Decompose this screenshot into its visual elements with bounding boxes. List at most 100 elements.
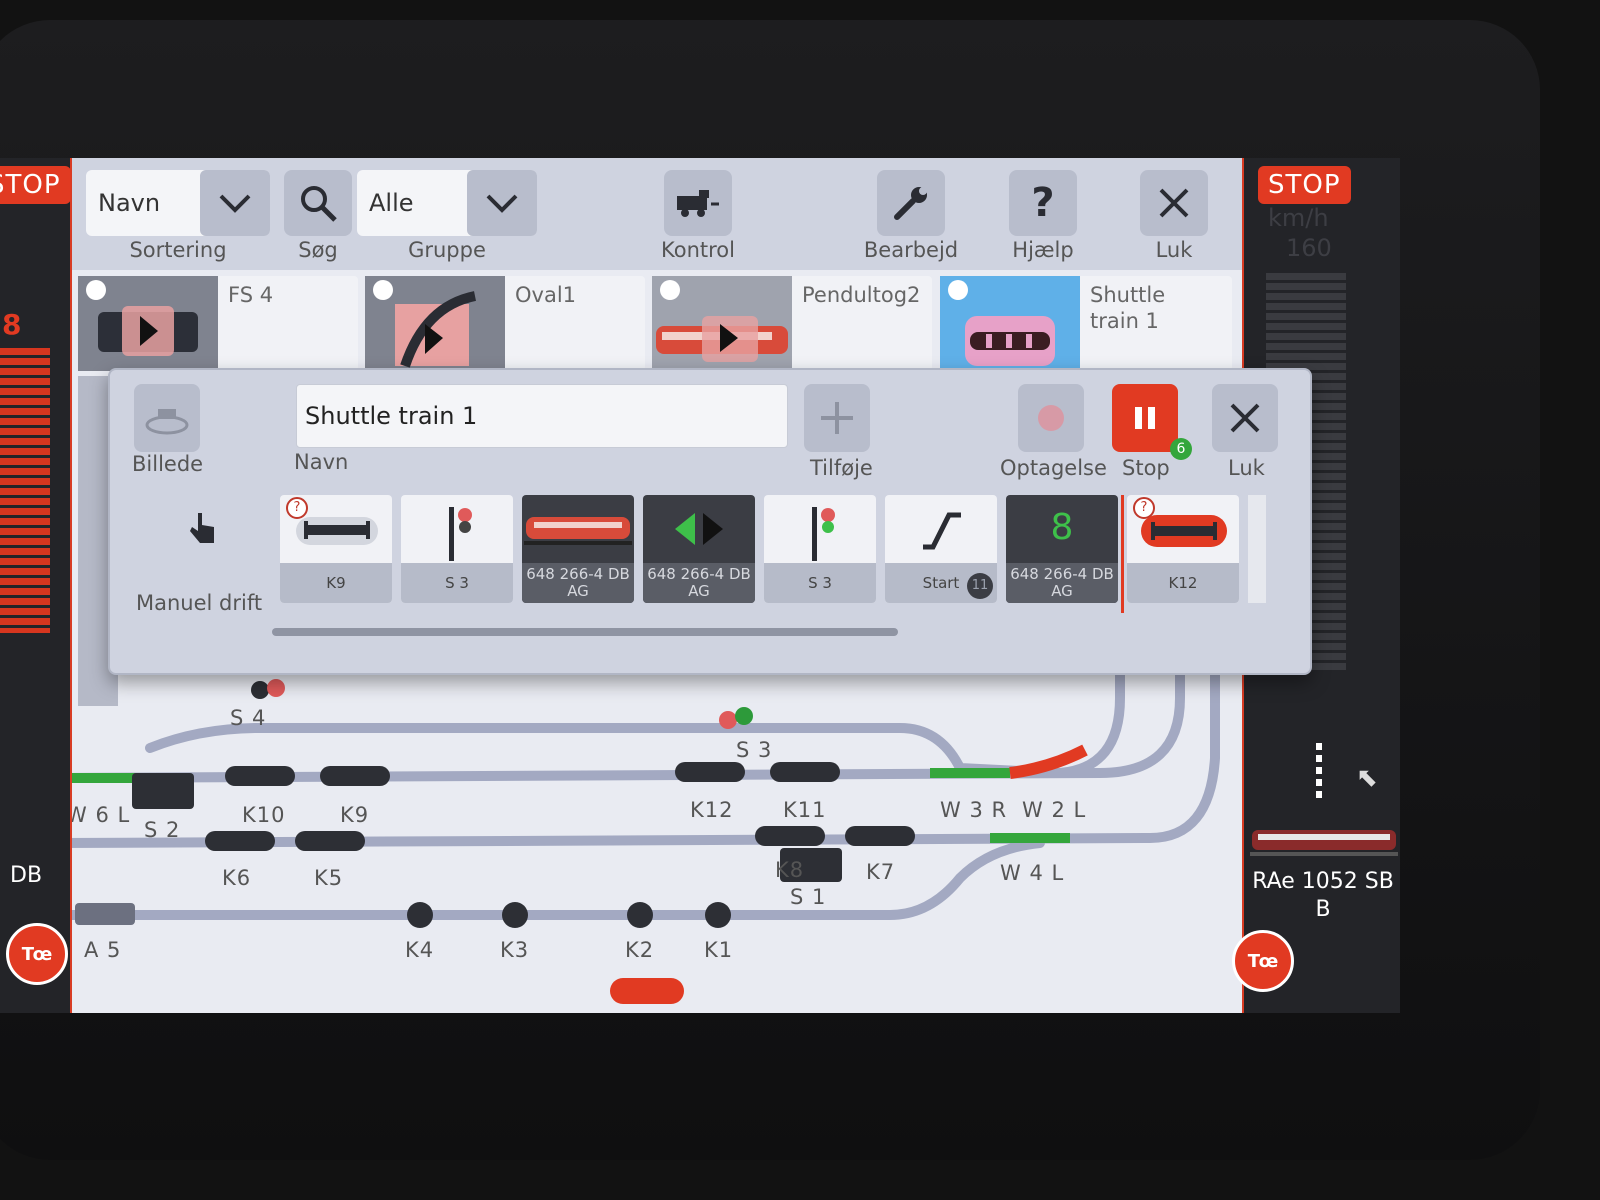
record-label: Optagelse	[1000, 456, 1107, 480]
direction-icon	[675, 513, 723, 545]
close-icon	[1159, 188, 1189, 218]
track-w3r-active	[930, 768, 1010, 778]
help-button[interactable]: ?	[1009, 170, 1077, 236]
step-caption: K12	[1127, 563, 1239, 603]
image-button[interactable]	[134, 384, 200, 452]
step-direction[interactable]: 648 266-4 DB AG	[643, 495, 755, 603]
hand-icon	[373, 280, 393, 300]
label-k6: K6	[222, 866, 252, 890]
step-speed[interactable]: 8 648 266-4 DB AG	[1006, 495, 1118, 603]
label-k10: K10	[242, 803, 286, 827]
label-k7: K7	[866, 860, 896, 884]
contact-k4	[407, 902, 433, 928]
group-label: Gruppe	[408, 238, 486, 262]
search-icon	[301, 186, 337, 222]
group-dropdown[interactable]: Alle	[357, 170, 537, 236]
image-label: Billede	[132, 452, 204, 476]
label-k9: K9	[340, 803, 370, 827]
left-loco-label: DB	[10, 863, 43, 888]
step-s3-green[interactable]: S 3	[764, 495, 876, 603]
track-w4l-active	[990, 833, 1070, 843]
search-label: Søg	[298, 238, 338, 262]
add-button[interactable]	[804, 384, 870, 452]
sort-value: Navn	[98, 189, 161, 217]
sequence-scrollbar[interactable]	[272, 628, 898, 636]
close-button[interactable]	[1140, 170, 1208, 236]
tile-oval1[interactable]: Oval1	[365, 276, 645, 371]
label-k2: K2	[625, 938, 655, 962]
left-stop-button[interactable]: STOP	[0, 166, 71, 204]
signal-s2-box	[132, 773, 194, 809]
step-speed-value: 8	[1050, 507, 1074, 548]
image-icon	[145, 409, 189, 435]
step-k9[interactable]: ? K9	[280, 495, 392, 603]
label-k3: K3	[500, 938, 530, 962]
sort-dropdown[interactable]: Navn	[86, 170, 270, 236]
block-k5	[295, 831, 365, 851]
block-k12	[675, 762, 745, 782]
label-w6l: W 6 L	[66, 803, 131, 827]
direction-indicator	[1316, 743, 1322, 799]
step-caption: 648 266-4 DB AG	[522, 563, 634, 603]
left-loco-button[interactable]: Tœ	[6, 923, 68, 985]
label-s4: S 4	[230, 706, 267, 730]
right-stop-button[interactable]: STOP	[1258, 166, 1351, 204]
hand-icon	[86, 280, 106, 300]
tile-shuttle-train-1[interactable]: Shuttle train 1	[940, 276, 1232, 371]
locomotive-icon	[677, 190, 719, 217]
train-icon	[524, 517, 632, 545]
dialog-close-button[interactable]	[1212, 384, 1278, 452]
label-k5: K5	[314, 866, 344, 890]
signal-icon	[449, 507, 472, 561]
hand-pointer-icon	[190, 513, 214, 543]
tile-pendultog2[interactable]: Pendultog2	[652, 276, 932, 371]
label-k11: K11	[783, 798, 827, 822]
contact-k3	[502, 902, 528, 928]
track-w6l-active	[60, 773, 140, 783]
step-k12[interactable]: ? K12	[1127, 495, 1239, 603]
wrench-icon	[894, 187, 927, 220]
signal-icon	[812, 507, 835, 561]
hand-icon	[948, 280, 968, 300]
right-loco-button[interactable]: Tœ	[1232, 930, 1294, 992]
step-caption: S 3	[764, 563, 876, 603]
cursor-icon: ⬉	[1356, 763, 1378, 793]
plus-icon	[821, 402, 853, 434]
control-button[interactable]	[664, 170, 732, 236]
loco-image	[1250, 830, 1398, 856]
tile-name: FS 4	[228, 283, 274, 307]
dialog-close-label: Luk	[1228, 456, 1265, 480]
edit-button[interactable]	[877, 170, 945, 236]
step-s3[interactable]: S 3	[401, 495, 513, 603]
question-icon: ?	[1031, 180, 1055, 226]
speed-max: 160	[1286, 234, 1332, 262]
step-overflow	[1248, 495, 1266, 603]
orange-pill	[610, 978, 684, 1004]
chevron-down-icon	[467, 170, 537, 236]
tile-name: Pendultog2	[802, 283, 921, 307]
label-s1: S 1	[790, 885, 827, 909]
label-a5: A 5	[84, 938, 122, 962]
signal-s4-icon	[251, 679, 285, 699]
label-s2: S 2	[144, 818, 181, 842]
step-train-1[interactable]: 648 266-4 DB AG	[522, 495, 634, 603]
block-k8	[755, 826, 825, 846]
route-icon	[923, 512, 961, 550]
stop-button[interactable]	[1112, 384, 1178, 452]
tile-name: Shuttle train 1	[1090, 283, 1166, 333]
step-caption: 648 266-4 DB AG	[1006, 563, 1118, 603]
name-input[interactable]	[296, 384, 788, 448]
group-value: Alle	[369, 189, 414, 217]
record-button[interactable]	[1018, 384, 1084, 452]
timeline-marker	[1121, 495, 1124, 613]
control-label: Kontrol	[661, 238, 735, 262]
block-k7	[845, 826, 915, 846]
stop-label: Stop	[1122, 456, 1170, 480]
contact-k2	[627, 902, 653, 928]
search-button[interactable]	[284, 170, 352, 236]
manual-drive-button[interactable]: Manuel drift	[130, 495, 280, 615]
label-k1: K1	[704, 938, 734, 962]
tile-fs4[interactable]: FS 4	[78, 276, 358, 371]
step-start[interactable]: Start 11	[885, 495, 997, 603]
block-k9	[320, 766, 390, 786]
